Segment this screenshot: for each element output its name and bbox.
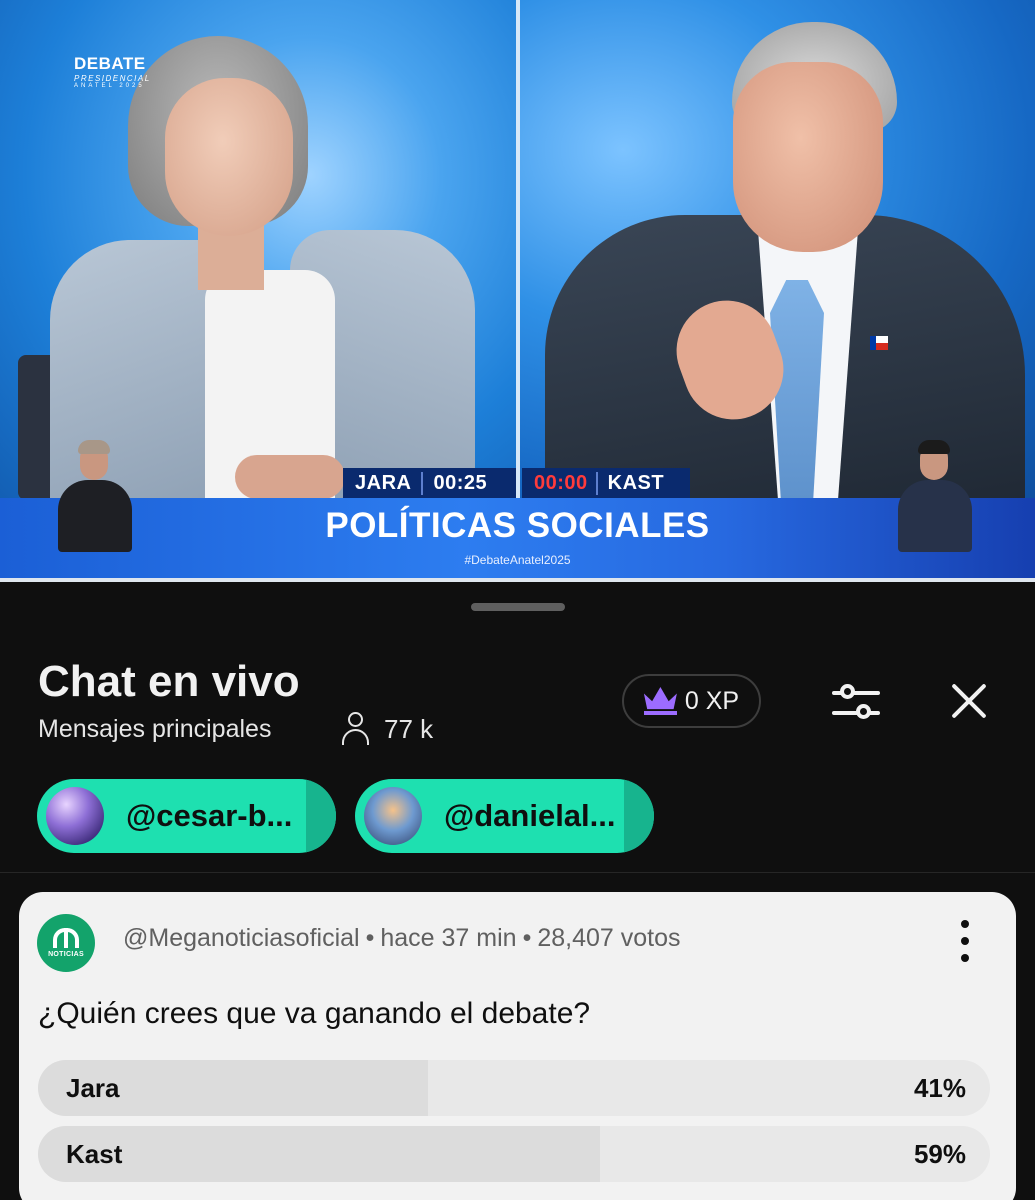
topic-title: POLÍTICAS SOCIALES — [325, 506, 710, 545]
logo-line2: PRESIDENCIAL — [74, 74, 151, 83]
more-vert-icon[interactable] — [959, 920, 971, 962]
sign-interpreter-right — [892, 440, 978, 552]
viewer-count-text: 77 k — [384, 713, 434, 744]
person-icon — [340, 712, 370, 746]
debate-logo: DEBATE PRESIDENCIAL ANATEL 2025 — [74, 54, 151, 89]
left-camera-feed: DEBATE PRESIDENCIAL ANATEL 2025 — [0, 0, 516, 500]
logo-line1: DEBATE — [74, 54, 146, 73]
avatar — [364, 787, 422, 845]
viewer-count: 77 k — [340, 712, 433, 746]
drag-handle[interactable] — [471, 603, 565, 611]
live-chat-panel: Chat en vivo Mensajes principales 77 k 0… — [0, 582, 1035, 1200]
speaker-hands — [235, 455, 345, 499]
filter-icon[interactable] — [832, 682, 880, 724]
poll-time: hace 37 min — [380, 924, 517, 952]
poll-option-label: Jara — [66, 1073, 120, 1103]
timer-left: 00:25 — [433, 471, 488, 494]
poll-meta: @Meganoticiasoficial • hace 37 min • 28,407 … — [123, 924, 681, 952]
timer-right: 00:00 — [522, 471, 598, 495]
candidate-name-right: KAST — [607, 471, 665, 494]
xp-badge-button[interactable]: 0 XP — [622, 674, 761, 728]
crown-icon — [643, 687, 677, 715]
poll-question: ¿Quién crees que va ganando el debate? — [38, 997, 591, 1030]
channel-avatar[interactable]: NOTICIAS — [37, 914, 95, 972]
poll-option-percent: 59% — [913, 1139, 966, 1169]
divider — [0, 872, 1035, 873]
speaker-face — [733, 62, 883, 252]
pinned-user-chip[interactable]: @danielal... — [355, 779, 654, 853]
pinned-user-label: @danielal... — [444, 798, 616, 833]
chat-title: Chat en vivo — [38, 657, 300, 706]
candidate-name-left: JARA — [343, 471, 424, 495]
nameplate-left: JARA 00:25 — [343, 468, 516, 498]
pinned-user-chip[interactable]: @cesar-b... — [37, 779, 336, 853]
pinned-user-label: @cesar-b... — [126, 798, 293, 833]
avatar — [46, 787, 104, 845]
logo-line3: ANATEL 2025 — [74, 83, 145, 89]
poll-card: NOTICIAS @Meganoticiasoficial • hace 37 mi… — [19, 892, 1016, 1200]
close-icon[interactable] — [951, 683, 987, 719]
sign-interpreter-left — [52, 440, 138, 552]
topic-banner: POLÍTICAS SOCIALES #DebateAnatel2025 — [0, 498, 1035, 578]
flag-pin — [870, 336, 888, 350]
hashtag: #DebateAnatel2025 — [464, 553, 571, 567]
channel-name[interactable]: @Meganoticiasoficial — [123, 924, 360, 952]
chat-mode-selector[interactable]: Mensajes principales — [38, 715, 271, 744]
xp-text: 0 XP — [684, 686, 740, 715]
poll-option[interactable]: Jara 41% — [38, 1060, 990, 1116]
video-player[interactable]: DEBATE PRESIDENCIAL ANATEL 2025 JARA 00:… — [0, 0, 1035, 582]
channel-logo-mark — [53, 928, 79, 948]
poll-option-label: Kast — [66, 1139, 123, 1169]
right-camera-feed — [520, 0, 1035, 500]
channel-logo-text: NOTICIAS — [48, 951, 84, 958]
nameplate-right: 00:00 KAST — [522, 468, 690, 498]
poll-option-percent: 41% — [913, 1073, 966, 1103]
poll-option[interactable]: Kast 59% — [38, 1126, 990, 1182]
speaker-face — [165, 78, 293, 236]
vote-count: 28,407 votos — [537, 924, 681, 952]
